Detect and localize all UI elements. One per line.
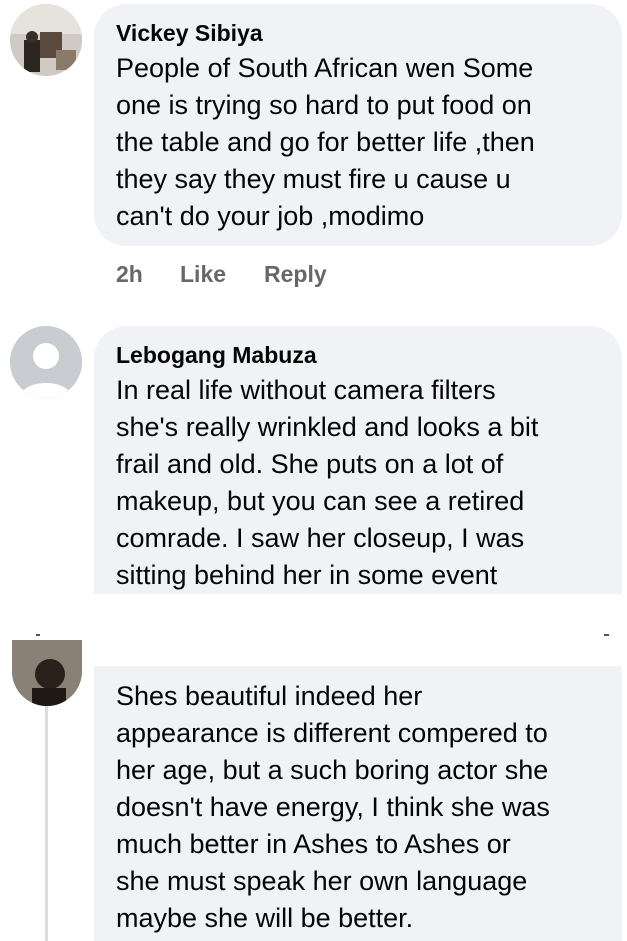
comment-text: People of South African wen Some one is …	[116, 50, 535, 235]
comment-line: frail and old. She puts on a lot of	[116, 449, 504, 479]
comment-line: appearance is different compered to	[116, 718, 548, 748]
comment-line: her age, but a such boring actor she	[116, 755, 549, 785]
comment-line: one is trying so hard to put food on	[116, 90, 532, 120]
reply-button[interactable]: Reply	[264, 261, 327, 288]
comment-line: maybe she will be better.	[116, 903, 414, 933]
avatar[interactable]	[12, 640, 82, 706]
comment-line: much better in Ashes to Ashes or	[116, 829, 511, 859]
comment-text: In real life without camera filters she'…	[116, 372, 538, 594]
profile-photo-icon	[10, 4, 82, 76]
comment-line: she's really wrinkled and looks a bit	[116, 412, 539, 442]
comment-line: People of South African wen Some	[116, 53, 534, 83]
comment-author[interactable]: Vickey Sibiya	[116, 20, 263, 47]
comment-line: she must speak her own language	[116, 866, 528, 896]
default-profile-icon	[10, 326, 82, 398]
comment-line: doesn't have energy, I think she was	[116, 792, 550, 822]
comment-line: Shes beautiful indeed her	[116, 681, 423, 711]
like-button[interactable]: Like	[180, 261, 226, 288]
thread-line	[45, 700, 48, 941]
divider	[604, 634, 609, 636]
comment-text: Shes beautiful indeed her appearance is …	[116, 678, 550, 937]
comment-line: In real life without camera filters	[116, 375, 496, 405]
comment-line: sitting behind her in some event	[116, 560, 498, 590]
comment-line: the table and go for better life ,then	[116, 127, 535, 157]
avatar[interactable]	[10, 326, 82, 398]
screenshot-seam	[0, 594, 627, 666]
comment-line: they say they must fire u cause u	[116, 164, 511, 194]
divider	[36, 634, 40, 636]
comment-author[interactable]: Lebogang Mabuza	[116, 342, 317, 369]
comment-timestamp[interactable]: 2h	[116, 261, 143, 288]
comment-line: makeup, but you can see a retired	[116, 486, 525, 516]
profile-photo-icon	[12, 640, 82, 706]
comment-line: comrade. I saw her closeup, I was	[116, 523, 525, 553]
avatar[interactable]	[10, 4, 82, 76]
comment-line: can't do your job ,modimo	[116, 201, 425, 231]
